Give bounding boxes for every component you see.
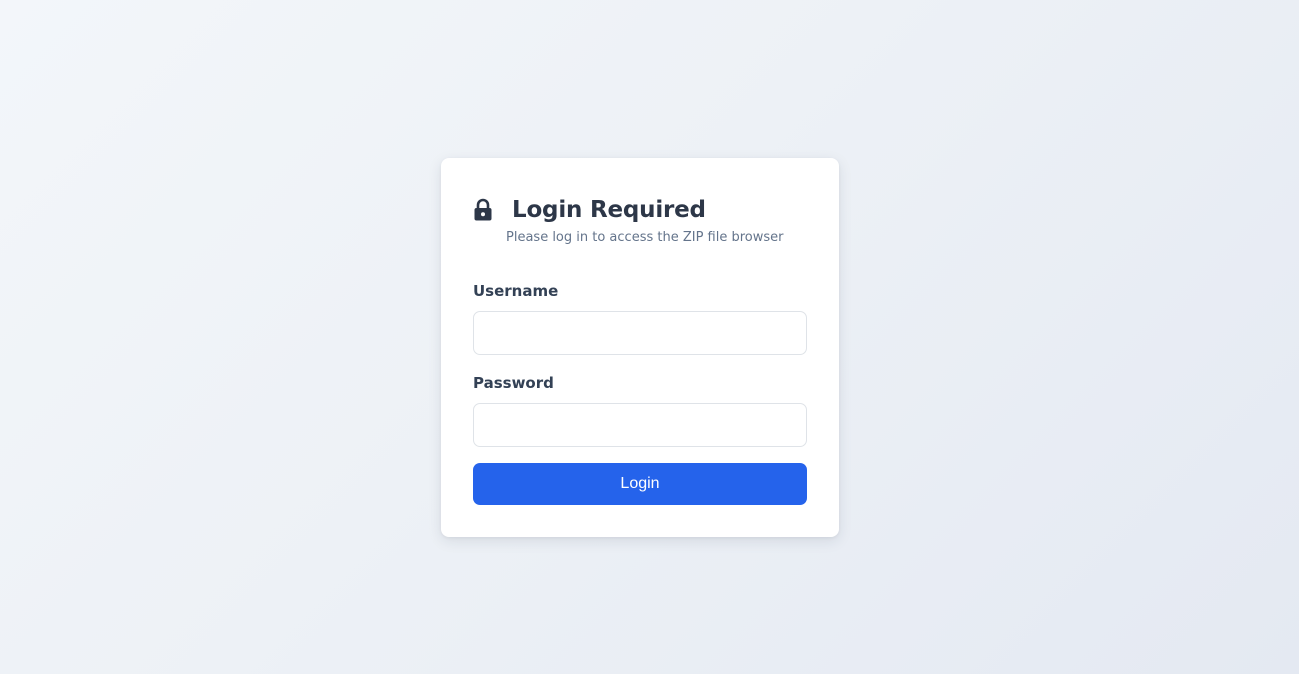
- password-input[interactable]: [473, 403, 807, 447]
- title-row: Login Required: [473, 196, 807, 224]
- page-title: Login Required: [512, 197, 706, 223]
- username-input[interactable]: [473, 311, 807, 355]
- login-card: Login Required Please log in to access t…: [441, 158, 839, 537]
- password-label: Password: [473, 374, 554, 392]
- login-header: Login Required Please log in to access t…: [473, 196, 807, 245]
- login-button[interactable]: Login: [473, 463, 807, 505]
- username-label: Username: [473, 282, 559, 300]
- lock-icon: [473, 197, 497, 223]
- login-subtitle: Please log in to access the ZIP file bro…: [506, 230, 784, 245]
